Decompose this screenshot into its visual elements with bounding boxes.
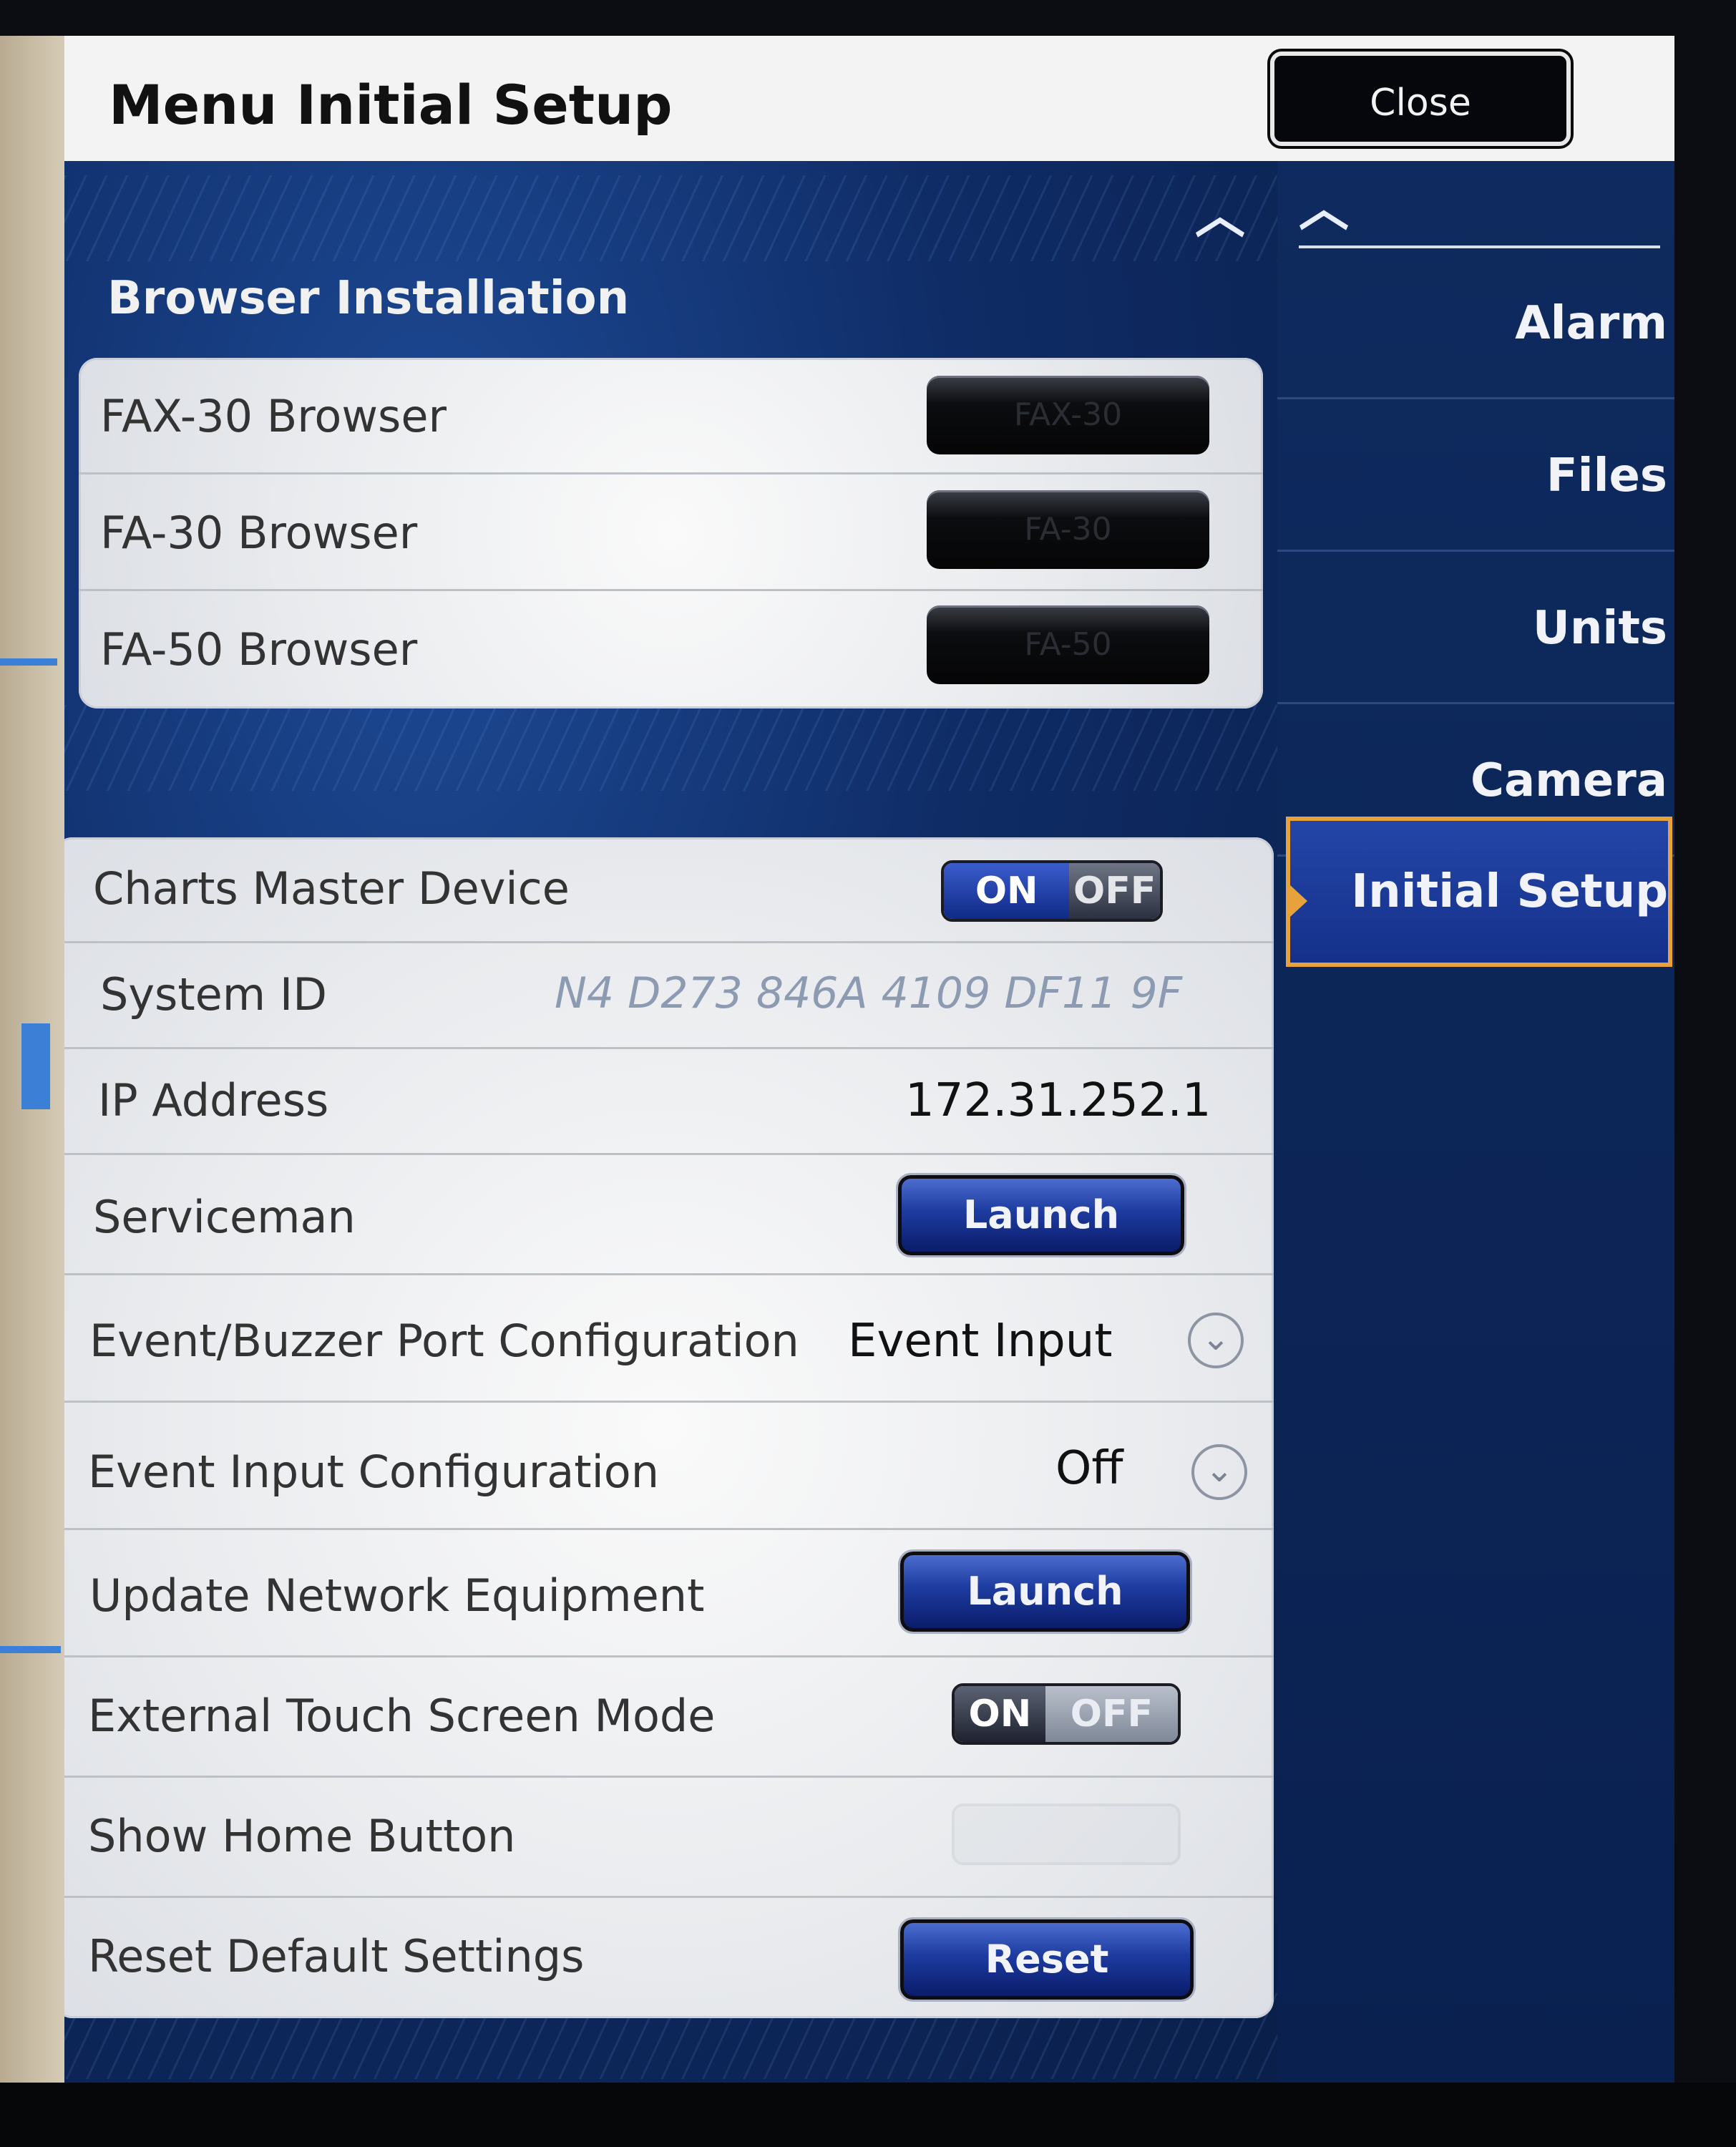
serviceman-launch-button[interactable]: Launch [896,1173,1186,1257]
toggle-on[interactable]: ON [955,1686,1045,1742]
sidebar-item-label: Units [1532,602,1667,655]
row-label: Charts Master Device [93,862,570,915]
install-fax30-button[interactable]: FAX-30 [927,376,1209,454]
event-input-value[interactable]: Off [1055,1442,1123,1495]
main-panel: ︿ Browser Installation FAX-30 Browser FA… [64,161,1277,2083]
wave-decoration [64,705,1277,791]
map-road [0,1646,61,1653]
setting-row-ip-address: IP Address 172.31.252.1 [64,1049,1274,1155]
scroll-up-icon[interactable]: ︿ [1195,175,1245,248]
page-title: Menu Initial Setup [109,73,673,137]
toggle-off[interactable]: OFF [1045,1686,1178,1742]
row-label: Event/Buzzer Port Configuration [89,1315,799,1367]
row-label: External Touch Screen Mode [88,1690,716,1742]
row-label: IP Address [98,1074,329,1126]
setting-row-system-id: System ID N4 D273 846A 4109 DF11 9F [64,943,1274,1049]
sidebar-item-label: Initial Setup [1351,865,1668,918]
toggle-on[interactable]: ON [944,863,1070,919]
toggle-off[interactable]: OFF [1069,863,1160,919]
reset-default-settings-button[interactable]: Reset [898,1917,1196,2002]
sidebar-item-label: Alarm [1515,297,1667,350]
active-marker-icon [1290,885,1307,917]
list-item: FAX-30 Browser FAX-30 [79,358,1263,474]
chevron-down-icon[interactable]: ⌄ [1188,1313,1244,1368]
browser-installation-card: FAX-30 Browser FAX-30 FA-30 Browser FA-3… [79,358,1263,709]
toggle-track [955,1806,1178,1862]
event-buzzer-value[interactable]: Event Input [848,1315,1112,1368]
setting-row-serviceman: Serviceman Launch [64,1155,1274,1275]
row-label: Update Network Equipment [89,1569,705,1622]
device-bezel [0,2083,1736,2147]
sidebar: ︿ Alarm Files Units Camera Initial Setup [1277,161,1674,2083]
wave-decoration [64,175,1277,261]
system-id-value: N4 D273 846A 4109 DF11 9F [555,968,1183,1018]
sidebar-item-alarm[interactable]: Alarm [1277,247,1674,399]
setting-row-charts-master: Charts Master Device ON OFF [64,837,1274,943]
chevron-down-icon[interactable]: ⌄ [1191,1444,1247,1500]
map-road [21,1023,50,1109]
external-touch-toggle[interactable]: ON OFF [952,1683,1181,1745]
list-item: FA-50 Browser FA-50 [79,591,1263,706]
ip-address-value: 172.31.252.1 [905,1074,1211,1127]
update-network-launch-button[interactable]: Launch [898,1549,1192,1634]
menu-window: Menu Initial Setup Close ︿ Browser Insta… [64,36,1674,2083]
setting-row-event-buzzer: Event/Buzzer Port Configuration Event In… [64,1275,1274,1403]
section-title-browser-installation: Browser Installation [107,272,630,325]
setting-row-event-input: Event Input Configuration Off ⌄ [64,1403,1274,1530]
map-road [0,658,57,666]
row-label: FA-50 Browser [100,623,418,676]
row-label: FA-30 Browser [100,507,418,559]
row-label: Show Home Button [88,1810,516,1862]
row-label: FAX-30 Browser [100,390,447,442]
window-header: Menu Initial Setup Close [64,36,1674,161]
setting-row-show-home: Show Home Button [64,1778,1274,1898]
setting-row-update-network: Update Network Equipment Launch [64,1530,1274,1657]
close-button[interactable]: Close [1270,52,1571,146]
list-item: FA-30 Browser FA-30 [79,474,1263,591]
setting-row-reset-defaults: Reset Default Settings Reset [64,1898,1274,2016]
scroll-up-icon[interactable]: ︿ [1299,168,1349,240]
charts-master-toggle[interactable]: ON OFF [941,860,1163,922]
row-label: Event Input Configuration [88,1446,660,1498]
install-fa30-button[interactable]: FA-30 [927,490,1209,569]
sidebar-item-initial-setup[interactable]: Initial Setup [1286,817,1672,967]
sidebar-item-files[interactable]: Files [1277,399,1674,552]
sidebar-item-label: Camera [1471,754,1667,807]
sidebar-item-units[interactable]: Units [1277,552,1674,704]
row-label: Serviceman [93,1191,356,1243]
setting-row-external-touch: External Touch Screen Mode ON OFF [64,1657,1274,1778]
row-label: Reset Default Settings [88,1930,585,1982]
settings-card: Charts Master Device ON OFF System ID N4… [64,837,1274,2018]
sidebar-item-label: Files [1546,449,1667,502]
map-background [0,36,68,2097]
show-home-toggle-disabled [952,1803,1181,1865]
row-label: System ID [100,968,327,1021]
install-fa50-button[interactable]: FA-50 [927,605,1209,684]
